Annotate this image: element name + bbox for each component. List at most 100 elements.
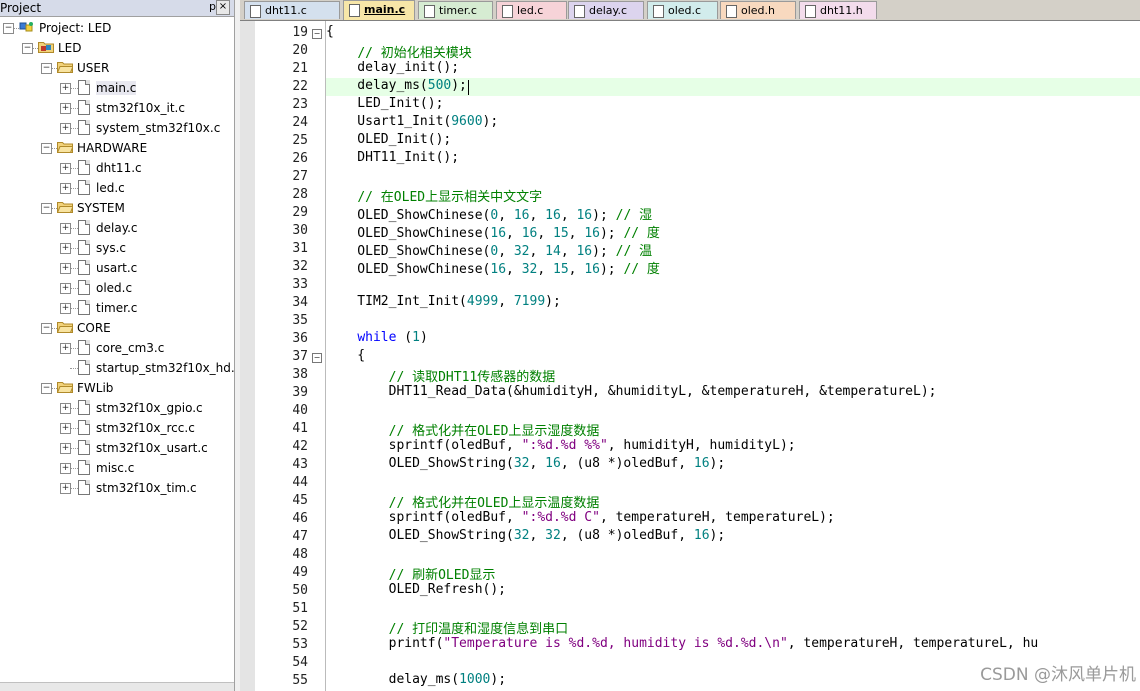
- code-line[interactable]: [326, 168, 1140, 186]
- expand-icon[interactable]: +: [60, 103, 71, 114]
- expand-icon[interactable]: +: [60, 403, 71, 414]
- expand-icon[interactable]: +: [60, 343, 71, 354]
- code-line[interactable]: // 读取DHT11传感器的数据: [326, 366, 1140, 385]
- code-line[interactable]: OLED_ShowChinese(16, 16, 15, 16); // 度: [326, 222, 1140, 241]
- tab-led-c[interactable]: led.c: [496, 1, 567, 19]
- code-line[interactable]: sprintf(oledBuf, ":%d.%d %%", humidityH,…: [326, 438, 1140, 456]
- expand-icon[interactable]: +: [60, 303, 71, 314]
- code-line[interactable]: // 打印温度和湿度信息到串口: [326, 618, 1140, 637]
- code-line[interactable]: // 格式化并在OLED上显示湿度数据: [326, 420, 1140, 439]
- code-line[interactable]: DHT11_Init();: [326, 150, 1140, 168]
- code-line[interactable]: OLED_ShowChinese(16, 32, 15, 16); // 度: [326, 258, 1140, 277]
- tree-file-item[interactable]: + timer.c: [0, 298, 234, 318]
- tab-timer-c[interactable]: timer.c: [418, 1, 493, 19]
- collapse-icon[interactable]: −: [41, 63, 52, 74]
- tree-file-item[interactable]: + core_cm3.c: [0, 338, 234, 358]
- collapse-icon[interactable]: −: [41, 143, 52, 154]
- expand-icon[interactable]: +: [60, 223, 71, 234]
- tree-group-item[interactable]: − HARDWARE: [0, 138, 234, 158]
- close-icon[interactable]: ×: [216, 0, 230, 15]
- tree-file-item[interactable]: + usart.c: [0, 258, 234, 278]
- code-line[interactable]: while (1): [326, 330, 1140, 348]
- horizontal-scrollbar[interactable]: [0, 682, 234, 691]
- expand-icon[interactable]: +: [60, 483, 71, 494]
- tab-main-c[interactable]: main.c: [343, 0, 415, 20]
- tree-file-item[interactable]: + stm32f10x_it.c: [0, 98, 234, 118]
- tab-oled-c[interactable]: oled.c: [647, 1, 718, 19]
- code-line[interactable]: OLED_Refresh();: [326, 582, 1140, 600]
- tree-file-item[interactable]: + main.c: [0, 78, 234, 98]
- tree-file-item[interactable]: + stm32f10x_usart.c: [0, 438, 234, 458]
- pin-icon[interactable]: p: [209, 0, 216, 13]
- tree-file-item[interactable]: + system_stm32f10x.c: [0, 118, 234, 138]
- fold-toggle-icon[interactable]: −: [312, 29, 322, 39]
- tab-delay-c[interactable]: delay.c: [568, 1, 644, 19]
- code-line[interactable]: {: [326, 24, 1140, 42]
- tree-file-item[interactable]: + sys.c: [0, 238, 234, 258]
- code-line[interactable]: OLED_ShowString(32, 16, (u8 *)oledBuf, 1…: [326, 456, 1140, 474]
- expand-icon[interactable]: +: [60, 123, 71, 134]
- code-line[interactable]: delay_ms(500);: [326, 78, 1140, 96]
- code-line[interactable]: // 格式化并在OLED上显示温度数据: [326, 492, 1140, 511]
- expand-icon[interactable]: +: [60, 283, 71, 294]
- tree-file-item[interactable]: + dht11.c: [0, 158, 234, 178]
- tree-group-item[interactable]: − CORE: [0, 318, 234, 338]
- code-line[interactable]: [326, 474, 1140, 492]
- expand-icon[interactable]: +: [60, 83, 71, 94]
- code-line[interactable]: Usart1_Init(9600);: [326, 114, 1140, 132]
- code-line[interactable]: // 初始化相关模块: [326, 42, 1140, 61]
- expand-icon[interactable]: +: [60, 183, 71, 194]
- fold-toggle-icon[interactable]: −: [312, 353, 322, 363]
- collapse-icon[interactable]: −: [3, 23, 14, 34]
- code-line[interactable]: [326, 546, 1140, 564]
- code-line[interactable]: sprintf(oledBuf, ":%d.%d C", temperature…: [326, 510, 1140, 528]
- code-line[interactable]: // 在OLED上显示相关中文文字: [326, 186, 1140, 205]
- code-line[interactable]: LED_Init();: [326, 96, 1140, 114]
- code-line[interactable]: OLED_ShowChinese(0, 16, 16, 16); // 湿: [326, 204, 1140, 223]
- expand-icon[interactable]: +: [60, 243, 71, 254]
- code-line[interactable]: [326, 402, 1140, 420]
- tree-target-item[interactable]: − LED: [0, 38, 234, 58]
- tree-file-item[interactable]: + stm32f10x_gpio.c: [0, 398, 234, 418]
- tab-dht11-h[interactable]: dht11.h: [799, 1, 877, 19]
- tree-file-item[interactable]: + stm32f10x_rcc.c: [0, 418, 234, 438]
- tree-file-item[interactable]: + delay.c: [0, 218, 234, 238]
- code-line[interactable]: TIM2_Int_Init(4999, 7199);: [326, 294, 1140, 312]
- tree-file-item[interactable]: + oled.c: [0, 278, 234, 298]
- code-line[interactable]: delay_init();: [326, 60, 1140, 78]
- code-line[interactable]: OLED_ShowChinese(0, 32, 14, 16); // 温: [326, 240, 1140, 259]
- tree-group-item[interactable]: − USER: [0, 58, 234, 78]
- code-line[interactable]: [326, 276, 1140, 294]
- code-editor[interactable]: 19−20 21 22 23 24 25 26 27 28 29 30 31 32 33 34 35 36 37−…: [240, 21, 1140, 691]
- file-icon: [78, 300, 90, 315]
- tree-group-item[interactable]: − FWLib: [0, 378, 234, 398]
- code-line[interactable]: {: [326, 348, 1140, 366]
- expand-icon[interactable]: +: [60, 423, 71, 434]
- code-line[interactable]: OLED_Init();: [326, 132, 1140, 150]
- tab-dht11-c[interactable]: dht11.c: [244, 1, 340, 19]
- code-line[interactable]: OLED_ShowString(32, 32, (u8 *)oledBuf, 1…: [326, 528, 1140, 546]
- tab-oled-h[interactable]: oled.h: [720, 1, 796, 19]
- collapse-icon[interactable]: −: [41, 383, 52, 394]
- expand-icon[interactable]: +: [60, 463, 71, 474]
- expand-icon[interactable]: +: [60, 163, 71, 174]
- code-line[interactable]: printf("Temperature is %d.%d, humidity i…: [326, 636, 1140, 654]
- code-line[interactable]: [326, 312, 1140, 330]
- expand-icon[interactable]: +: [60, 263, 71, 274]
- collapse-icon[interactable]: −: [41, 203, 52, 214]
- expand-icon[interactable]: +: [60, 443, 71, 454]
- code-line[interactable]: // 刷新OLED显示: [326, 564, 1140, 583]
- tree-file-item[interactable]: + stm32f10x_tim.c: [0, 478, 234, 498]
- code-line[interactable]: DHT11_Read_Data(&humidityH, &humidityL, …: [326, 384, 1140, 402]
- tree-file-item[interactable]: + misc.c: [0, 458, 234, 478]
- tree-file-item[interactable]: + led.c: [0, 178, 234, 198]
- tree-root-item[interactable]: − Project: LED: [0, 18, 234, 38]
- code-line[interactable]: [326, 600, 1140, 618]
- code-area[interactable]: { // 初始化相关模块 delay_init(); delay_ms(500)…: [326, 21, 1140, 691]
- breakpoint-margin[interactable]: [240, 21, 255, 691]
- tree-group-item[interactable]: − SYSTEM: [0, 198, 234, 218]
- collapse-icon[interactable]: −: [22, 43, 33, 54]
- tree-file-item[interactable]: startup_stm32f10x_hd.s: [0, 358, 234, 378]
- collapse-icon[interactable]: −: [41, 323, 52, 334]
